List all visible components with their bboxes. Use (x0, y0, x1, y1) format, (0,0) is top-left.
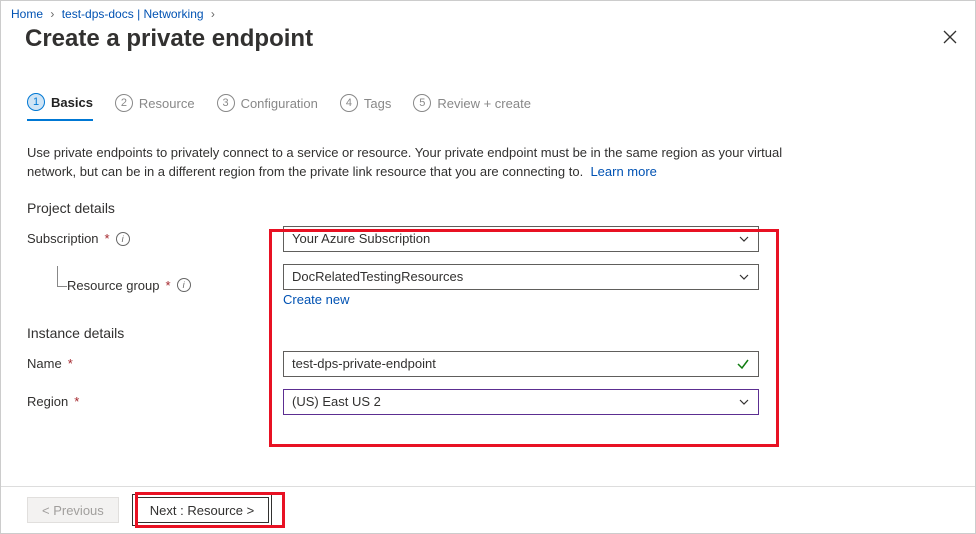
dropdown-value: DocRelatedTestingResources (292, 269, 463, 284)
tab-label: Tags (364, 96, 391, 111)
breadcrumb-sep: › (211, 7, 215, 21)
tab-number: 5 (413, 94, 431, 112)
next-button[interactable]: Next : Resource > (135, 497, 269, 523)
wizard-footer: < Previous Next : Resource > (1, 486, 975, 533)
tab-label: Basics (51, 95, 93, 110)
tab-label: Resource (139, 96, 195, 111)
breadcrumb-home[interactable]: Home (11, 7, 43, 21)
section-instance-details: Instance details (27, 325, 949, 341)
wizard-tabs: 1 Basics 2 Resource 3 Configuration 4 Ta… (1, 59, 975, 121)
required-marker: * (166, 278, 171, 293)
region-dropdown[interactable]: (US) East US 2 (283, 389, 759, 415)
tab-configuration[interactable]: 3 Configuration (217, 94, 318, 120)
tab-tags[interactable]: 4 Tags (340, 94, 391, 120)
resource-group-label: Resource group (67, 278, 160, 293)
breadcrumb: Home › test-dps-docs | Networking › (1, 1, 975, 23)
info-icon[interactable]: i (116, 232, 130, 246)
tab-resource[interactable]: 2 Resource (115, 94, 195, 120)
close-icon[interactable] (939, 26, 961, 53)
tab-number: 4 (340, 94, 358, 112)
tab-label: Configuration (241, 96, 318, 111)
breadcrumb-resource[interactable]: test-dps-docs | Networking (62, 7, 204, 21)
dropdown-value: (US) East US 2 (292, 394, 381, 409)
previous-button: < Previous (27, 497, 119, 523)
tab-number: 3 (217, 94, 235, 112)
tab-basics[interactable]: 1 Basics (27, 93, 93, 121)
input-value: test-dps-private-endpoint (292, 356, 436, 371)
page-title: Create a private endpoint (25, 25, 313, 53)
tab-label: Review + create (437, 96, 531, 111)
required-marker: * (68, 356, 73, 371)
required-marker: * (105, 231, 110, 246)
learn-more-link[interactable]: Learn more (590, 164, 656, 179)
dropdown-value: Your Azure Subscription (292, 231, 430, 246)
info-icon[interactable]: i (177, 278, 191, 292)
breadcrumb-sep: › (50, 7, 54, 21)
section-project-details: Project details (27, 200, 949, 216)
chevron-down-icon (738, 233, 750, 245)
chevron-down-icon (738, 396, 750, 408)
tab-number: 2 (115, 94, 133, 112)
description-text: Use private endpoints to privately conne… (27, 144, 787, 182)
resource-group-dropdown[interactable]: DocRelatedTestingResources (283, 264, 759, 290)
check-icon (736, 357, 750, 371)
tab-number: 1 (27, 93, 45, 111)
tab-review[interactable]: 5 Review + create (413, 94, 531, 120)
chevron-down-icon (738, 271, 750, 283)
name-label: Name (27, 356, 62, 371)
required-marker: * (74, 394, 79, 409)
subscription-dropdown[interactable]: Your Azure Subscription (283, 226, 759, 252)
create-new-link[interactable]: Create new (283, 292, 349, 307)
name-input[interactable]: test-dps-private-endpoint (283, 351, 759, 377)
subscription-label: Subscription (27, 231, 99, 246)
region-label: Region (27, 394, 68, 409)
